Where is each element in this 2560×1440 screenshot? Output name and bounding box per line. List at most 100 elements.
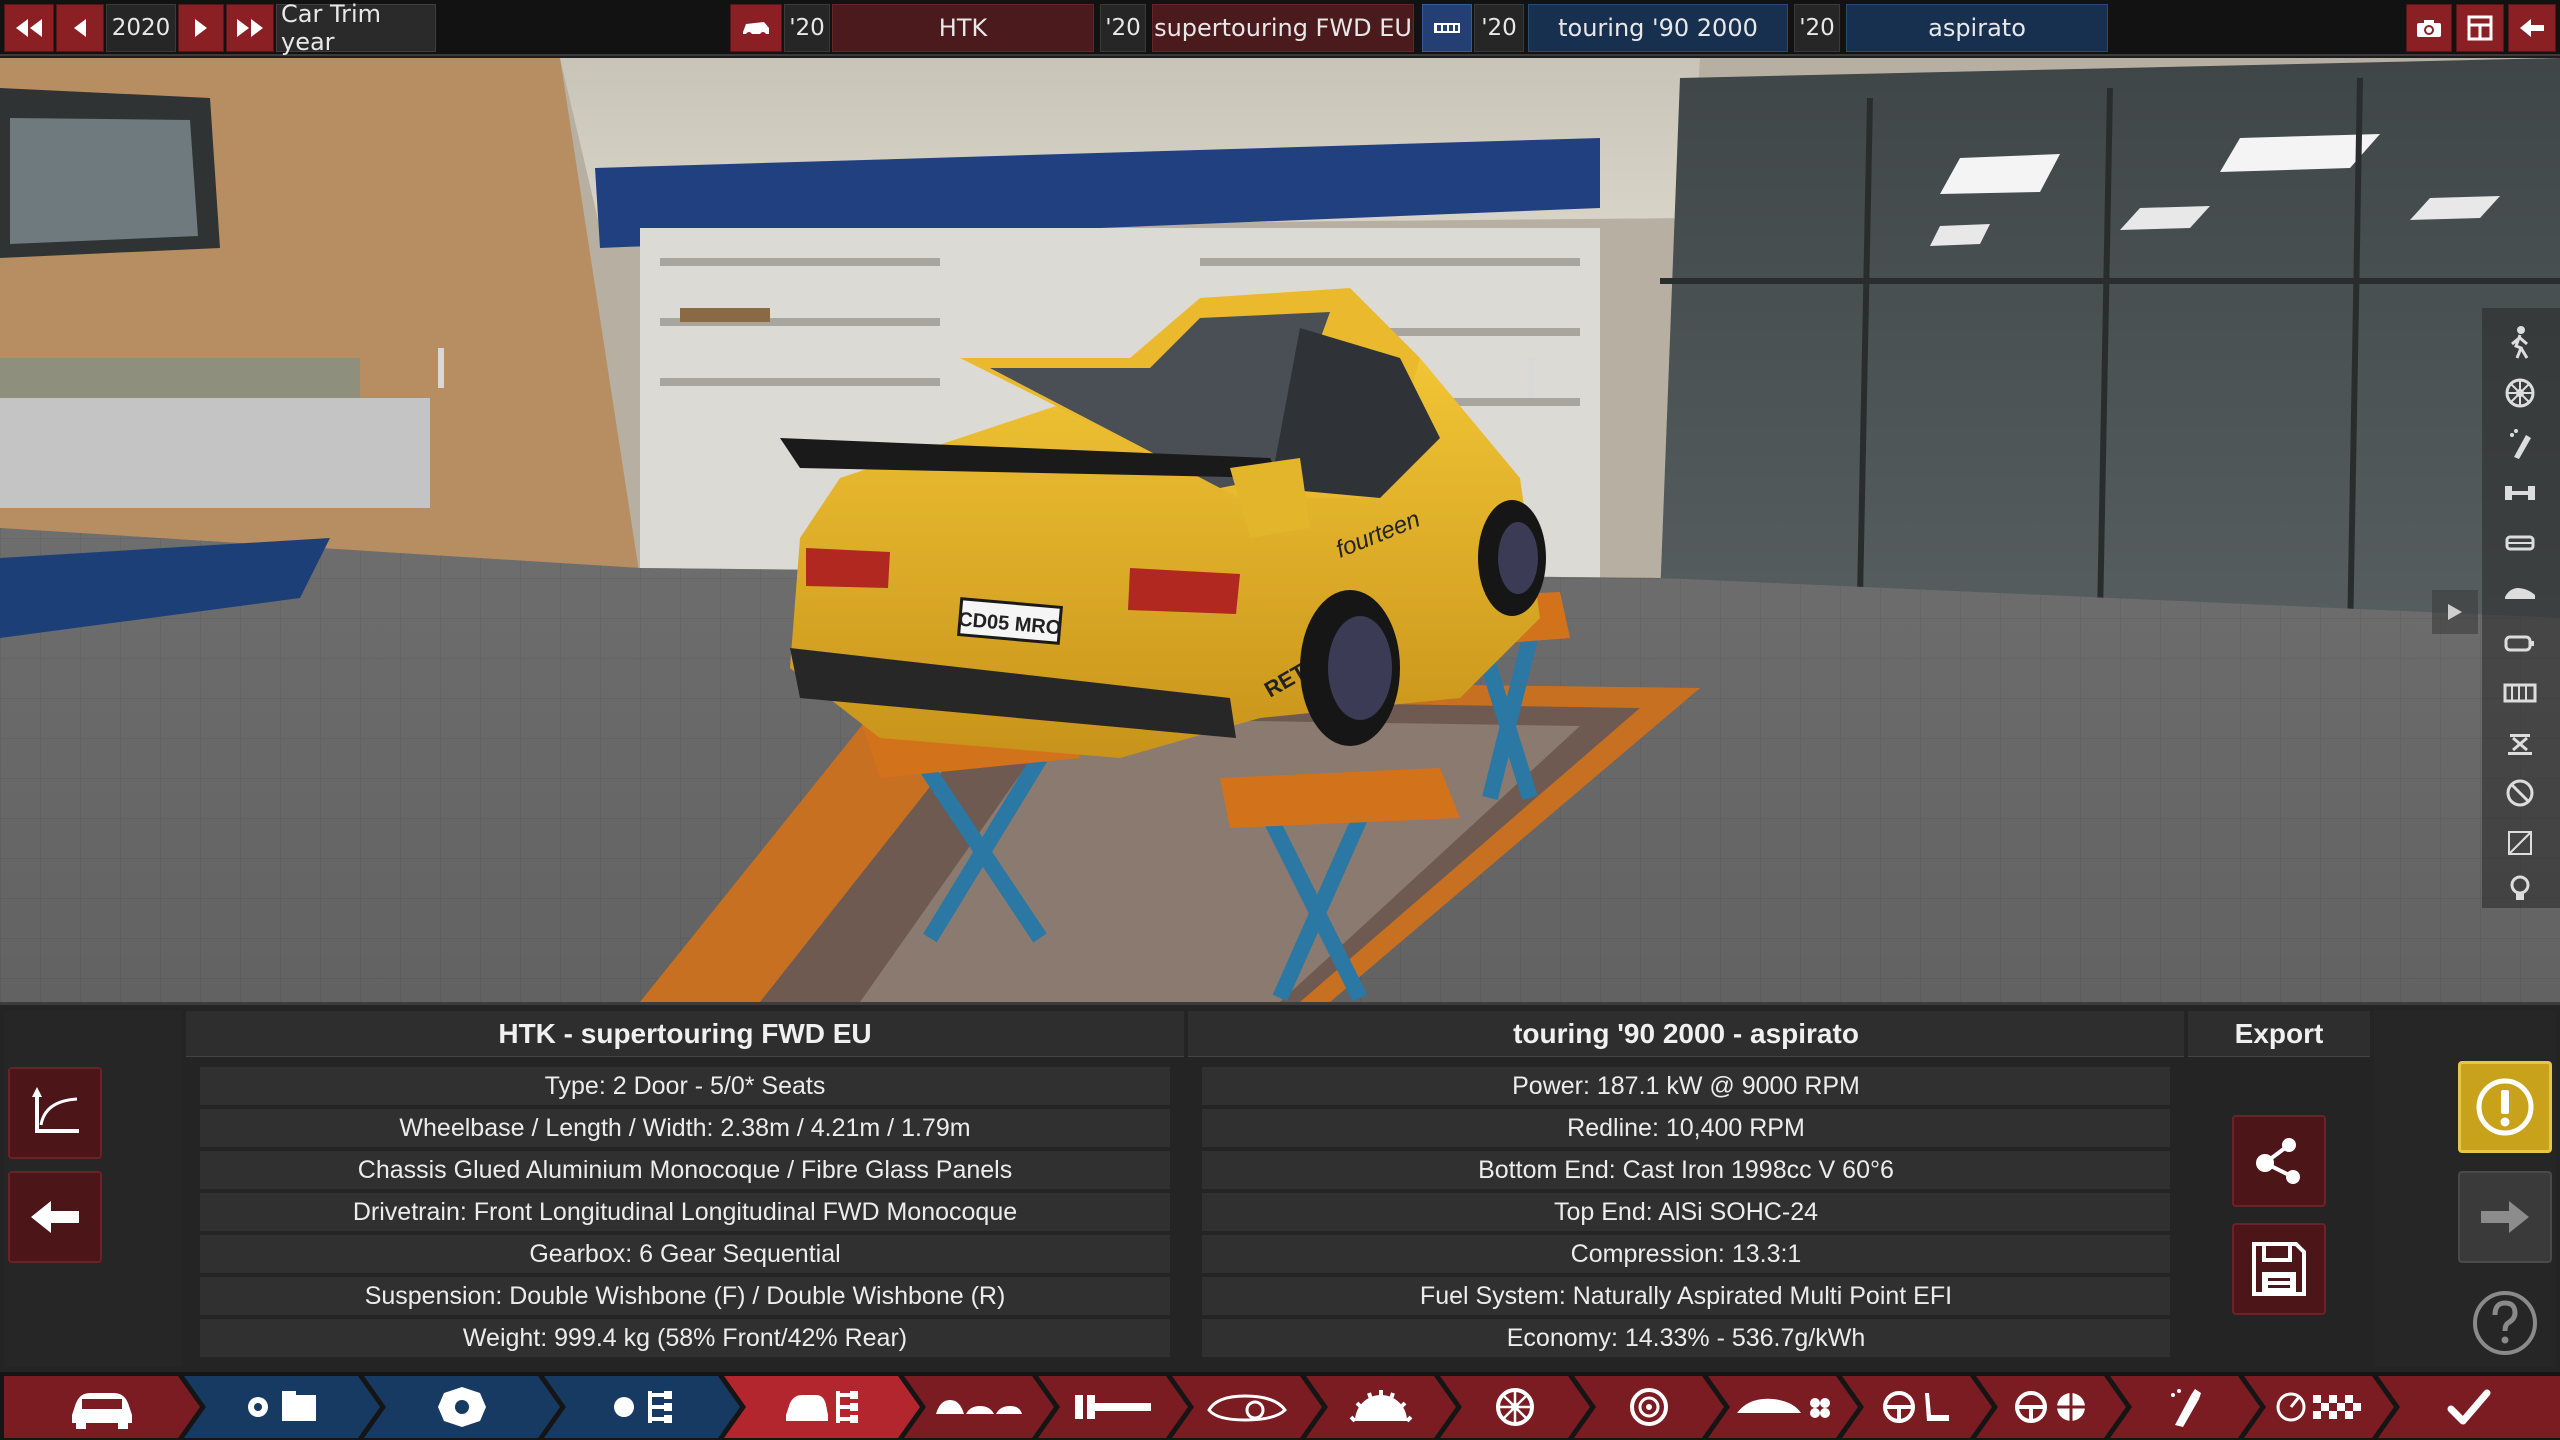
paint-spray-icon [2165,1387,2205,1427]
rail-toggle-play-icon[interactable] [2432,590,2478,634]
car-spec-row: Type: 2 Door - 5/0* Seats [200,1067,1170,1105]
next-icon[interactable] [178,4,224,52]
checkmark-icon [2447,1389,2491,1425]
engine-variant-year: '20 [1794,4,1840,52]
engine-spec-row: Redline: 10,400 RPM [1202,1109,2170,1147]
model-year: '20 [784,4,830,52]
engine-folder-icon [234,1387,330,1427]
steering-test-icon [2009,1389,2093,1425]
garage-scene: CD05 MRO fourteen RETECH [0,58,2560,1002]
bulb-icon[interactable] [2499,868,2541,910]
tab-testing[interactable] [2244,1376,2394,1438]
engine-panel-title: touring '90 2000 - aspirato [1188,1011,2184,1057]
tab-paint[interactable] [2110,1376,2260,1438]
model-name[interactable]: HTK [832,4,1094,52]
car-spec-row: Wheelbase / Length / Width: 2.38m / 4.21… [200,1109,1170,1147]
tab-engine-tree[interactable] [544,1376,740,1438]
car-body-icon [1205,1390,1289,1424]
car-spec-list: Type: 2 Door - 5/0* Seats Wheelbase / Le… [200,1067,1170,1357]
skip-forward-icon[interactable] [226,4,274,52]
car-spec-row: Gearbox: 6 Gear Sequential [200,1235,1170,1273]
car-side-icon[interactable] [2499,572,2541,614]
engine-spec-list: Power: 187.1 kW @ 9000 RPM Redline: 10,4… [1202,1067,2170,1357]
engine-block-icon[interactable] [1422,4,1472,52]
engine-spec-row: Top End: AlSi SOHC-24 [1202,1193,2170,1231]
car-tree-icon [782,1385,862,1429]
car-front-icon [66,1385,138,1429]
car-lineup-icon [934,1392,1024,1422]
trim-year: '20 [1100,4,1146,52]
chassis-frame-icon [1071,1391,1155,1423]
layout-icon[interactable] [2456,4,2504,52]
seat-icon[interactable] [2499,522,2541,564]
camera-icon[interactable] [2406,4,2452,52]
warning-icon[interactable] [2458,1061,2552,1153]
tab-chassis-frame[interactable] [1038,1376,1188,1438]
save-icon[interactable] [2232,1223,2326,1315]
tab-steering-test[interactable] [1976,1376,2126,1438]
engine-spec-row: Compression: 13.3:1 [1202,1235,2170,1273]
car-model-icon[interactable] [730,4,782,52]
tab-car-tree[interactable] [724,1376,920,1438]
car-spec-row: Drivetrain: Front Longitudinal Longitudi… [200,1193,1170,1231]
tab-aero[interactable] [1708,1376,1858,1438]
grille-icon[interactable] [2499,672,2541,714]
engine-family-name[interactable]: touring '90 2000 [1528,4,1788,52]
export-title: Export [2188,1011,2370,1057]
gear-half-icon [1349,1389,1413,1425]
gauge-flag-icon [2275,1389,2363,1425]
engine-spec-row: Power: 187.1 kW @ 9000 RPM [1202,1067,2170,1105]
no-entry-icon[interactable] [2499,772,2541,814]
lift-icon[interactable] [2499,722,2541,764]
trim-year-label: Car Trim year [276,0,436,56]
car-spec-row: Suspension: Double Wishbone (F) / Double… [200,1277,1170,1315]
tab-engine[interactable] [364,1376,560,1438]
spray-icon[interactable] [2499,422,2541,464]
wheel-spokes-icon [1495,1387,1535,1427]
brake-disc-icon [1629,1387,1669,1427]
app-window: 2020 Car Trim year '20 HTK '20 supertour… [0,0,2560,1440]
car-3d-viewport[interactable]: CD05 MRO fourteen RETECH [0,58,2560,1002]
engine-variant-name[interactable]: aspirato [1846,4,2108,52]
engine-spec-row: Economy: 14.33% - 536.7g/kWh [1202,1319,2170,1357]
share-icon[interactable] [2232,1115,2326,1207]
info-panel: HTK - supertouring FWD EU Type: 2 Door -… [0,1002,2560,1372]
tab-finish[interactable] [2378,1376,2560,1438]
bottom-tab-bar [0,1372,2560,1440]
engine-icon [426,1385,498,1429]
back-arrow-icon[interactable] [2508,4,2556,52]
axle-icon[interactable] [2499,472,2541,514]
tab-car-body[interactable] [1172,1376,1322,1438]
car-spec-row: Chassis Glued Aluminium Monocoque / Fibr… [200,1151,1170,1189]
tab-gear[interactable] [1306,1376,1456,1438]
tab-engine-folder[interactable] [184,1376,380,1438]
back-arrow-icon[interactable] [8,1171,102,1263]
engine-tree-icon [602,1385,682,1429]
tab-wheel[interactable] [1440,1376,1590,1438]
aero-icon [1735,1391,1831,1423]
wheel-icon[interactable] [2499,372,2541,414]
fuel-icon[interactable] [2499,622,2541,664]
tab-brake[interactable] [1574,1376,1724,1438]
pedestrian-icon[interactable] [2499,322,2541,364]
top-bar: 2020 Car Trim year '20 HTK '20 supertour… [0,0,2560,56]
square-icon[interactable] [2499,822,2541,864]
view-options-rail [2482,308,2560,908]
car-panel-title: HTK - supertouring FWD EU [186,1011,1184,1057]
tab-steering-seat[interactable] [1842,1376,1992,1438]
car-spec-row: Weight: 999.4 kg (58% Front/42% Rear) [200,1319,1170,1357]
engine-spec-row: Bottom End: Cast Iron 1998cc V 60°6 [1202,1151,2170,1189]
tab-car-front[interactable] [4,1376,200,1438]
engine-family-year: '20 [1474,4,1524,52]
forward-arrow-icon[interactable] [2458,1171,2552,1263]
tab-car-lineup[interactable] [904,1376,1054,1438]
graph-axes-icon[interactable] [8,1067,102,1159]
left-control-column [4,1011,182,1367]
help-icon[interactable] [2458,1277,2552,1369]
year-field[interactable]: 2020 [106,4,176,52]
skip-back-icon[interactable] [4,4,54,52]
steering-seat-icon [1877,1389,1957,1425]
engine-spec-row: Fuel System: Naturally Aspirated Multi P… [1202,1277,2170,1315]
previous-icon[interactable] [56,4,104,52]
trim-name[interactable]: supertouring FWD EU [1152,4,1414,52]
